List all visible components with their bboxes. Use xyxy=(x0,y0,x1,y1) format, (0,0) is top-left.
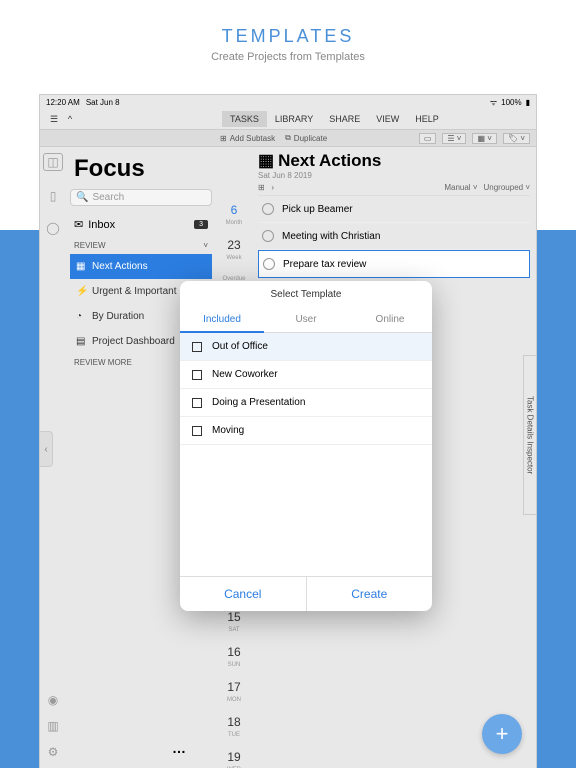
create-button[interactable]: Create xyxy=(307,577,433,611)
date-cell[interactable]: 6Month xyxy=(216,197,252,232)
task-checkbox[interactable] xyxy=(262,230,274,242)
tab-tasks[interactable]: TASKS xyxy=(222,111,267,127)
template-item[interactable]: Moving xyxy=(180,417,432,445)
calendar-icon: ▦ xyxy=(258,151,274,171)
modal-tab-user[interactable]: User xyxy=(264,308,348,333)
more-icon[interactable]: … xyxy=(172,740,186,756)
tag-button[interactable]: 🏷 ˅ xyxy=(503,133,530,144)
duplicate-icon: ⧉ xyxy=(285,133,291,143)
collapse-icon[interactable]: ^ xyxy=(62,114,78,125)
section-review[interactable]: REVIEW˅ xyxy=(70,237,212,254)
nav-icon: ⚡ xyxy=(76,286,86,297)
tray-icon[interactable]: ◫ xyxy=(43,153,62,171)
add-subtask-button[interactable]: ⊞Add Subtask xyxy=(220,134,275,143)
nav-icon: ◔ xyxy=(76,311,86,322)
duplicate-button[interactable]: ⧉Duplicate xyxy=(285,133,327,143)
tab-view[interactable]: VIEW xyxy=(368,111,407,127)
menu-icon[interactable]: ☰ xyxy=(46,114,62,125)
group-dropdown[interactable]: Ungrouped ˅ xyxy=(484,183,531,192)
template-modal: Select Template IncludedUserOnline Out o… xyxy=(180,281,432,611)
date-cell[interactable]: 18TUE xyxy=(216,709,252,744)
template-item[interactable]: New Coworker xyxy=(180,361,432,389)
date-cell[interactable]: 19WED xyxy=(216,744,252,768)
add-icon: ⊞ xyxy=(220,134,227,143)
battery-icon: ▮ xyxy=(526,98,530,107)
status-date: Sat Jun 8 xyxy=(86,98,120,107)
template-icon xyxy=(192,426,202,436)
search-input[interactable]: 🔍 Search xyxy=(70,189,212,206)
hero-subtitle: Create Projects from Templates xyxy=(0,51,576,63)
task-row[interactable]: Meeting with Christian xyxy=(258,223,530,250)
modal-tab-online[interactable]: Online xyxy=(348,308,432,333)
breadcrumb-icon[interactable]: ⊞ › xyxy=(258,183,274,192)
search-icon: 🔍 xyxy=(76,192,88,203)
date-cell[interactable]: 16SUN xyxy=(216,639,252,674)
modal-title: Select Template xyxy=(180,281,432,308)
inbox-icon: ✉ xyxy=(74,218,83,231)
search-placeholder: Search xyxy=(92,192,124,203)
action-bar: ⊞Add Subtask ⧉Duplicate ▭ ☰ ˅ ▦ ˅ 🏷 ˅ xyxy=(40,129,536,147)
view-card-button[interactable]: ▭ xyxy=(419,133,437,144)
status-battery: 100% xyxy=(501,98,521,107)
cancel-button[interactable]: Cancel xyxy=(180,577,307,611)
expand-sidebar-button[interactable]: ‹ xyxy=(39,431,53,467)
inbox-badge: 3 xyxy=(194,220,208,229)
wifi-icon: ᯤ xyxy=(490,97,497,108)
app-title: Focus xyxy=(70,147,212,189)
task-checkbox[interactable] xyxy=(263,258,275,270)
task-title: Pick up Beamer xyxy=(282,204,353,215)
inspector-handle[interactable]: Task Details Inspector xyxy=(523,355,537,515)
nav-icon: ▦ xyxy=(76,261,86,272)
modal-tabs: IncludedUserOnline xyxy=(180,308,432,333)
user-icon[interactable]: ◉ xyxy=(48,693,58,707)
template-item[interactable]: Out of Office xyxy=(180,333,432,361)
template-icon xyxy=(192,342,202,352)
tab-share[interactable]: SHARE xyxy=(321,111,368,127)
task-title: Meeting with Christian xyxy=(282,231,380,242)
archive-icon[interactable]: ▥ xyxy=(47,719,58,733)
task-row[interactable]: Prepare tax review xyxy=(258,250,530,278)
template-item[interactable]: Doing a Presentation xyxy=(180,389,432,417)
task-checkbox[interactable] xyxy=(262,203,274,215)
tab-library[interactable]: LIBRARY xyxy=(267,111,321,127)
help-icon[interactable]: ◯ xyxy=(46,221,59,235)
task-row[interactable]: Pick up Beamer xyxy=(258,196,530,223)
view-grid-button[interactable]: ▦ ˅ xyxy=(472,133,496,144)
modal-list: Out of OfficeNew CoworkerDoing a Present… xyxy=(180,333,432,576)
template-icon xyxy=(192,398,202,408)
view-list-button[interactable]: ☰ ˅ xyxy=(442,133,466,144)
template-icon xyxy=(192,370,202,380)
nav-icon: ▤ xyxy=(76,336,86,347)
device-frame: 12:20 AM Sat Jun 8 ᯤ 100% ▮ ☰ ^ TASKSLIB… xyxy=(39,94,537,768)
date-cell[interactable]: 17MON xyxy=(216,674,252,709)
content-date: Sat Jun 8 2019 xyxy=(258,171,530,180)
date-cell[interactable]: 23Week xyxy=(216,232,252,267)
doc-icon[interactable]: ▯ xyxy=(50,189,57,203)
top-tabs: ☰ ^ TASKSLIBRARYSHAREVIEWHELP xyxy=(40,109,536,129)
status-time: 12:20 AM xyxy=(46,98,80,107)
status-bar: 12:20 AM Sat Jun 8 ᯤ 100% ▮ xyxy=(40,95,536,109)
tab-help[interactable]: HELP xyxy=(407,111,447,127)
sidebar-item-next-actions[interactable]: ▦Next Actions xyxy=(70,254,212,279)
sort-dropdown[interactable]: Manual ˅ xyxy=(444,183,477,192)
modal-tab-included[interactable]: Included xyxy=(180,308,264,333)
content-title: ▦ Next Actions xyxy=(258,151,530,171)
chevron-down-icon: ˅ xyxy=(203,241,208,250)
inbox-item[interactable]: ✉Inbox 3 xyxy=(70,212,212,237)
hero-title: TEMPLATES xyxy=(0,26,576,47)
task-title: Prepare tax review xyxy=(283,259,366,270)
gear-icon[interactable]: ⚙ xyxy=(48,745,59,759)
add-task-button[interactable]: + xyxy=(482,714,522,754)
